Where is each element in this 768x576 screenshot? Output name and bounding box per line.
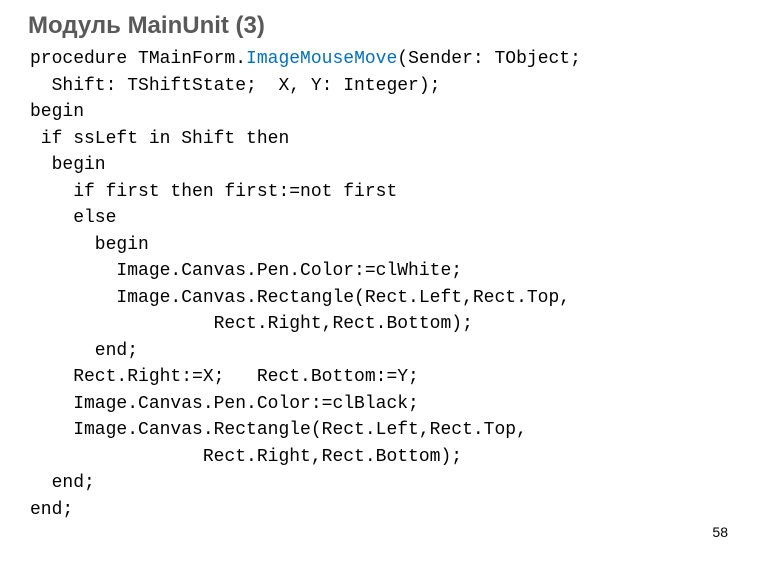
page-number: 58: [712, 524, 728, 540]
slide: Модуль MainUnit (3) procedure TMainForm.…: [0, 0, 768, 576]
code-block: procedure TMainForm.ImageMouseMove(Sende…: [30, 46, 740, 523]
code-line-3: begin: [30, 102, 84, 122]
code-line-18: end;: [30, 500, 73, 520]
code-line-4: if ssLeft in Shift then: [30, 129, 289, 149]
code-line-17: end;: [30, 473, 95, 493]
code-line-8: begin: [30, 235, 149, 255]
code-line-6: if first then first:=not first: [30, 182, 397, 202]
page-title: Модуль MainUnit (3): [28, 12, 740, 40]
code-line-7: else: [30, 208, 116, 228]
code-line-10: Image.Canvas.Rectangle(Rect.Left,Rect.To…: [30, 288, 570, 308]
code-line-1c: (Sender: TObject;: [397, 49, 581, 69]
code-line-16: Rect.Right,Rect.Bottom);: [30, 447, 462, 467]
code-line-5: begin: [30, 155, 106, 175]
code-line-1a: procedure TMainForm.: [30, 49, 246, 69]
code-line-14: Image.Canvas.Pen.Color:=clBlack;: [30, 394, 419, 414]
code-highlight: ImageMouseMove: [246, 49, 397, 69]
code-line-13: Rect.Right:=X; Rect.Bottom:=Y;: [30, 367, 419, 387]
code-line-9: Image.Canvas.Pen.Color:=clWhite;: [30, 261, 462, 281]
code-line-15: Image.Canvas.Rectangle(Rect.Left,Rect.To…: [30, 420, 527, 440]
code-line-11: Rect.Right,Rect.Bottom);: [30, 314, 473, 334]
code-line-12: end;: [30, 341, 138, 361]
code-line-2: Shift: TShiftState; X, Y: Integer);: [30, 76, 440, 96]
